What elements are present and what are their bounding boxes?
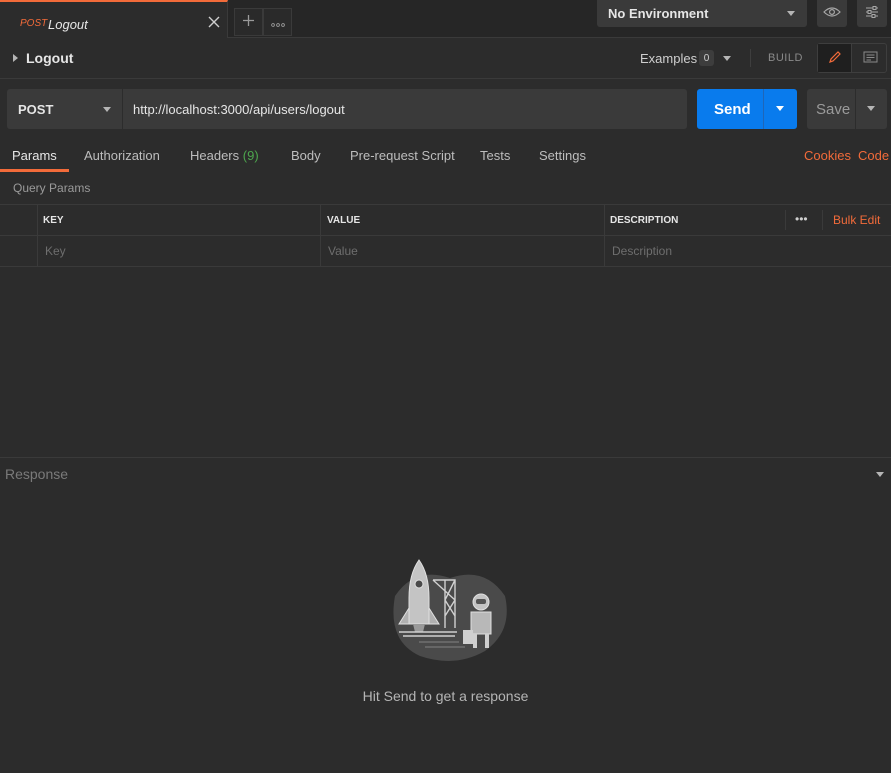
value-input[interactable]: Value <box>328 244 358 258</box>
headers-count: (9) <box>242 148 259 163</box>
url-input[interactable] <box>123 89 687 129</box>
environment-quick-look-button[interactable] <box>817 0 847 27</box>
mode-toggle <box>817 43 887 73</box>
column-value: VALUE <box>327 215 361 226</box>
response-hint: Hit Send to get a response <box>362 688 529 704</box>
manage-environments-button[interactable] <box>857 0 887 27</box>
environment-select[interactable]: No Environment <box>597 0 807 27</box>
key-input[interactable]: Key <box>45 244 66 258</box>
tab-method: POST <box>20 18 48 29</box>
environment-label: No Environment <box>608 6 709 21</box>
divider <box>320 205 321 235</box>
documentation-mode-button[interactable] <box>853 44 887 72</box>
new-tab-button[interactable] <box>234 8 263 36</box>
divider <box>320 236 321 266</box>
send-button[interactable]: Send <box>697 89 797 129</box>
tab-tests[interactable]: Tests <box>480 148 510 163</box>
request-title[interactable]: Logout <box>26 50 73 66</box>
column-description: DESCRIPTION <box>610 215 679 226</box>
divider <box>750 49 751 67</box>
method-select[interactable]: POST <box>7 89 122 129</box>
tab-settings[interactable]: Settings <box>539 148 586 163</box>
sliders-icon <box>864 4 880 23</box>
table-row: Key Value Description <box>0 236 891 267</box>
response-label: Response <box>5 466 69 482</box>
chevron-down-icon <box>103 107 111 112</box>
chevron-down-icon[interactable] <box>776 106 784 111</box>
cookies-link[interactable]: Cookies <box>804 148 851 163</box>
chevron-down-icon[interactable] <box>876 472 884 477</box>
more-icon[interactable]: ••• <box>795 212 808 226</box>
divider[interactable] <box>0 457 891 458</box>
tab-options-button[interactable] <box>263 8 292 36</box>
divider <box>604 205 605 235</box>
bulk-edit-link[interactable]: Bulk Edit <box>833 213 880 227</box>
save-button[interactable]: Save <box>807 89 887 129</box>
divider <box>785 210 786 230</box>
method-label: POST <box>18 102 54 117</box>
edit-mode-button[interactable] <box>818 44 852 72</box>
tab-params[interactable]: Params <box>12 148 57 163</box>
pencil-icon <box>828 50 842 67</box>
code-link[interactable]: Code <box>858 148 889 163</box>
tab-name: Logout <box>48 17 88 32</box>
tab-body[interactable]: Body <box>291 148 321 163</box>
divider <box>604 236 605 266</box>
chevron-right-icon[interactable] <box>13 54 18 62</box>
tab-authorization[interactable]: Authorization <box>84 148 160 163</box>
send-label: Send <box>714 101 751 118</box>
request-tab[interactable]: POST Logout <box>0 0 228 38</box>
active-tab-indicator <box>0 169 69 172</box>
document-icon <box>863 51 878 66</box>
examples-count-badge: 0 <box>699 50 714 66</box>
plus-icon <box>242 14 255 30</box>
save-label: Save <box>816 101 851 118</box>
eye-icon <box>823 6 841 21</box>
description-input[interactable]: Description <box>612 244 672 258</box>
params-table-header: KEY VALUE DESCRIPTION ••• Bulk Edit <box>0 204 891 236</box>
examples-label[interactable]: Examples <box>640 51 697 66</box>
close-icon[interactable] <box>207 15 221 29</box>
divider <box>37 205 38 235</box>
divider <box>855 89 856 129</box>
build-label: BUILD <box>768 52 803 64</box>
tab-headers-label: Headers <box>190 148 240 163</box>
query-params-label: Query Params <box>13 181 91 195</box>
rocket-illustration <box>385 556 509 666</box>
tab-headers[interactable]: Headers (9) <box>190 148 259 163</box>
divider <box>763 89 764 129</box>
column-key: KEY <box>43 215 64 226</box>
tab-prerequest-script[interactable]: Pre-request Script <box>350 148 455 163</box>
divider <box>822 210 823 230</box>
chevron-down-icon[interactable] <box>867 106 875 111</box>
divider <box>37 236 38 266</box>
request-header: Logout Examples 0 BUILD <box>0 38 891 79</box>
chevron-down-icon <box>787 11 795 16</box>
more-icon <box>270 15 285 30</box>
chevron-down-icon[interactable] <box>723 56 731 61</box>
